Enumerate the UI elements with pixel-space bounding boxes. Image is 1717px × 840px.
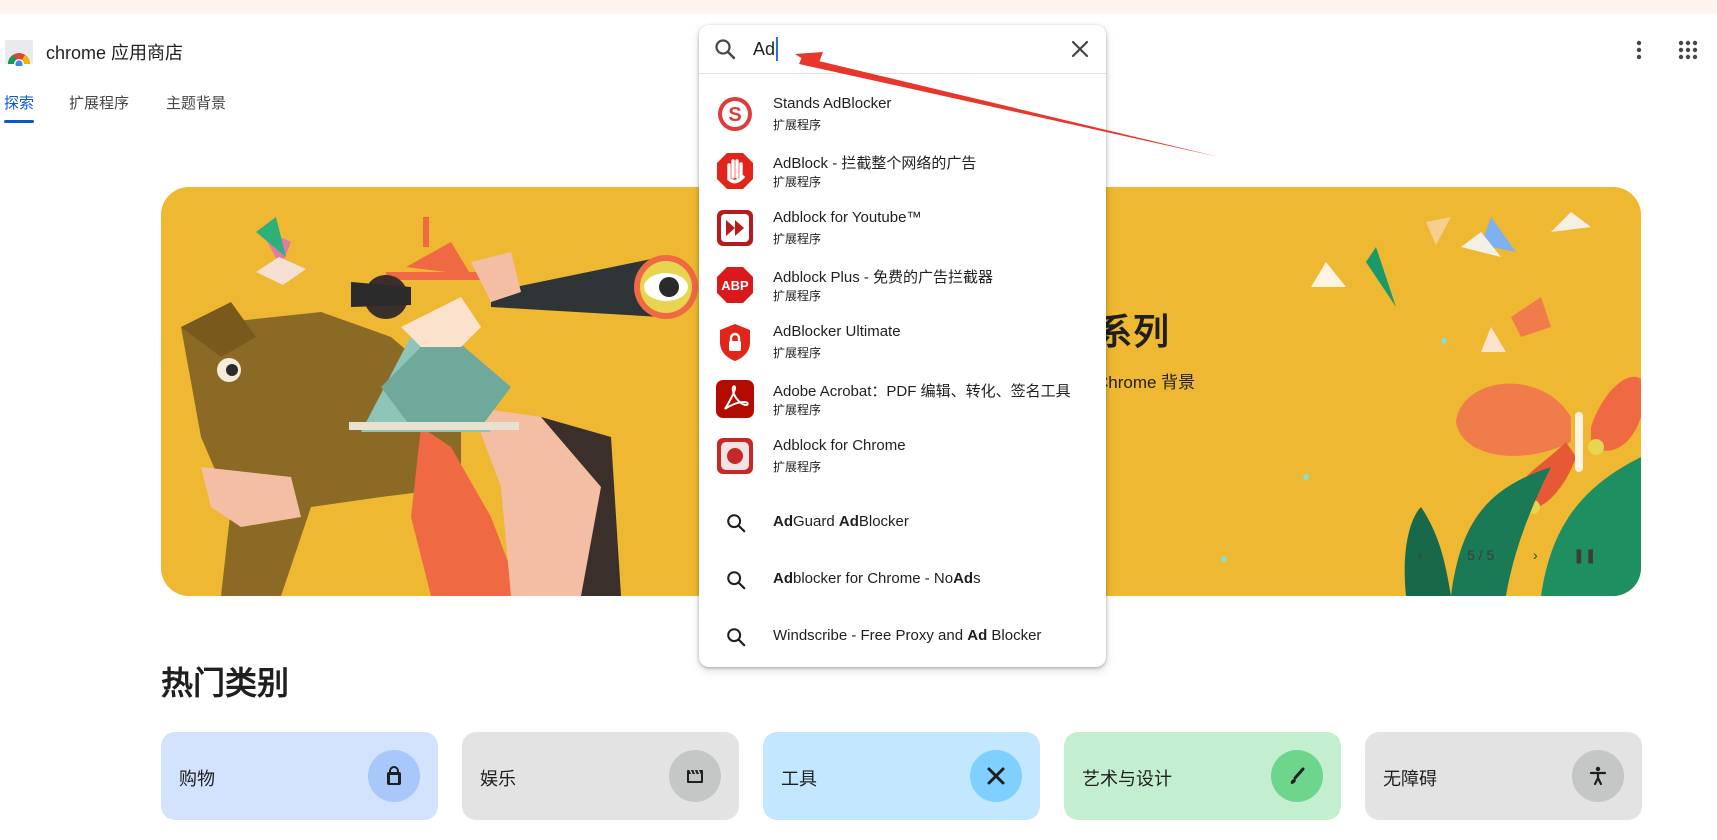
hero-pause-icon[interactable]: ❚❚ xyxy=(1573,547,1596,564)
search-suggestion[interactable]: AdGuard AdBlocker xyxy=(699,495,1106,552)
category-shopping[interactable]: 购物 xyxy=(161,732,438,820)
more-vert-icon[interactable] xyxy=(1625,36,1653,64)
tab-extensions[interactable]: 扩展程序 xyxy=(69,92,129,113)
accessibility-icon xyxy=(1572,750,1624,802)
popular-categories-title: 热门类别 xyxy=(161,665,290,701)
suggestion-text: AdGuard AdBlocker xyxy=(773,513,909,530)
text-caret xyxy=(776,37,778,61)
category-entertainment[interactable]: 娱乐 xyxy=(462,732,739,820)
hero-pager: 5 / 5 xyxy=(1467,547,1495,563)
search-result-item[interactable]: AdBlocker Ultimate 扩展程序 xyxy=(699,314,1106,371)
result-type: 扩展程序 xyxy=(773,346,822,360)
result-type: 扩展程序 xyxy=(773,403,822,417)
result-name: Adblock for Youtube™ xyxy=(773,209,922,226)
search-result-item[interactable]: ABP Adblock Plus - 免费的广告拦截器 扩展程序 xyxy=(699,257,1106,314)
search-icon xyxy=(727,514,746,533)
tab-explore[interactable]: 探索 xyxy=(4,92,35,123)
category-label: 艺术与设计 xyxy=(1082,769,1172,789)
svg-text:ABP: ABP xyxy=(721,278,749,293)
category-label: 购物 xyxy=(179,769,215,789)
hero-prev-icon[interactable]: ‹ xyxy=(1418,547,1423,563)
apps-grid-icon[interactable] xyxy=(1674,36,1702,64)
search-icon xyxy=(727,571,746,590)
result-name: Adblock Plus - 免费的广告拦截器 xyxy=(773,269,994,286)
adblock-for-chrome-icon xyxy=(717,438,753,474)
result-type: 扩展程序 xyxy=(773,175,822,189)
svg-text:S: S xyxy=(728,104,741,126)
search-bar xyxy=(699,25,1106,74)
search-result-item[interactable]: S Stands AdBlocker 扩展程序 xyxy=(699,86,1106,143)
brand-title[interactable]: chrome 应用商店 xyxy=(46,39,183,65)
shopping-bag-icon xyxy=(368,750,420,802)
hero-subtitle: Chrome 背景 xyxy=(1096,373,1196,392)
hero-next-icon[interactable]: › xyxy=(1533,547,1538,563)
search-suggestion[interactable]: Adblocker for Chrome - NoAds xyxy=(699,552,1106,609)
category-accessibility[interactable]: 无障碍 xyxy=(1365,732,1642,820)
search-result-item[interactable]: AdBlock - 拦截整个网络的广告 扩展程序 xyxy=(699,143,1106,200)
adobe-acrobat-icon xyxy=(716,380,754,418)
result-name: Stands AdBlocker xyxy=(773,95,892,112)
result-name: AdBlocker Ultimate xyxy=(773,323,901,340)
movie-clapper-icon xyxy=(669,750,721,802)
result-type: 扩展程序 xyxy=(773,232,822,246)
tools-icon xyxy=(970,750,1022,802)
suggestion-text: Adblocker for Chrome - NoAds xyxy=(773,570,981,587)
suggestion-text: Windscribe - Free Proxy and Ad Blocker xyxy=(773,627,1042,644)
adblocker-ultimate-shield-icon xyxy=(720,324,750,361)
search-icon xyxy=(715,39,736,60)
result-name: Adobe Acrobat：PDF 编辑、转化、签名工具 xyxy=(773,383,1071,400)
search-panel: S Stands AdBlocker 扩展程序 AdBlock - 拦截整个网络… xyxy=(699,25,1106,667)
result-type: 扩展程序 xyxy=(773,289,822,303)
tab-themes[interactable]: 主题背景 xyxy=(166,92,226,113)
category-label: 无障碍 xyxy=(1383,769,1437,789)
top-strip xyxy=(0,0,1717,14)
search-result-item[interactable]: Adblock for Chrome 扩展程序 xyxy=(699,428,1106,485)
category-label: 娱乐 xyxy=(480,769,516,789)
result-type: 扩展程序 xyxy=(773,460,822,474)
hero-title: 系列 xyxy=(1096,311,1171,352)
result-name: AdBlock - 拦截整个网络的广告 xyxy=(773,155,977,172)
search-result-item[interactable]: Adobe Acrobat：PDF 编辑、转化、签名工具 扩展程序 xyxy=(699,371,1106,428)
result-type: 扩展程序 xyxy=(773,118,822,132)
search-icon xyxy=(727,628,746,647)
category-art-design[interactable]: 艺术与设计 xyxy=(1064,732,1341,820)
adblock-hand-icon xyxy=(717,153,753,189)
clear-search-icon[interactable] xyxy=(1068,37,1092,61)
search-result-item[interactable]: Adblock for Youtube™ 扩展程序 xyxy=(699,200,1106,257)
category-label: 工具 xyxy=(781,769,817,789)
stands-adblocker-icon: S xyxy=(718,97,752,131)
chrome-web-store-logo[interactable] xyxy=(4,36,34,66)
search-input[interactable] xyxy=(753,34,1043,64)
brush-icon xyxy=(1271,750,1323,802)
adblock-plus-icon: ABP xyxy=(717,267,753,303)
result-name: Adblock for Chrome xyxy=(773,437,906,454)
category-tools[interactable]: 工具 xyxy=(763,732,1040,820)
adblock-youtube-icon xyxy=(717,210,753,246)
search-suggestion[interactable]: Windscribe - Free Proxy and Ad Blocker xyxy=(699,609,1106,666)
